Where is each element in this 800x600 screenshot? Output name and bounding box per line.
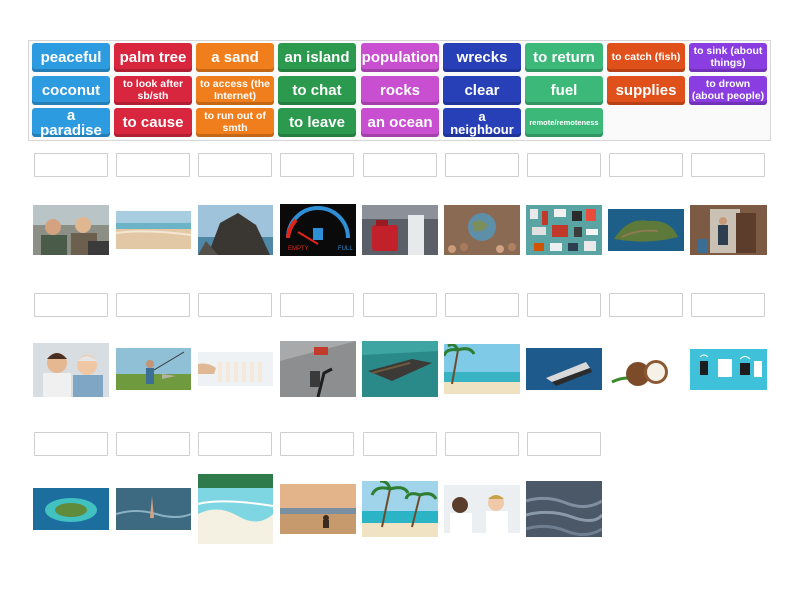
tile-population[interactable]: population: [361, 43, 439, 72]
drop-slot[interactable]: [445, 432, 519, 456]
tile-to-chat[interactable]: to chat: [278, 76, 356, 105]
neighbours-talking-photo: [444, 485, 520, 533]
tile-to-run-out[interactable]: to run out of smth: [196, 108, 274, 137]
drop-slot[interactable]: [363, 432, 437, 456]
drop-slot[interactable]: [280, 432, 354, 456]
drop-slot[interactable]: [609, 153, 683, 177]
tile-to-catch-fish[interactable]: to catch (fish): [607, 43, 685, 72]
supplies-flatlay-photo: [526, 205, 602, 255]
tile-remote[interactable]: remote/remoteness: [525, 108, 603, 137]
sunset-beach-photo: [280, 484, 356, 534]
island-aerial-photo: [608, 209, 684, 251]
internet-access-photo: [280, 341, 356, 397]
coconut-photo: [608, 348, 684, 390]
drop-slot[interactable]: [363, 293, 437, 317]
tile-an-island[interactable]: an island: [278, 43, 356, 72]
svg-text:FULL: FULL: [338, 246, 353, 252]
tile-fuel[interactable]: fuel: [525, 76, 603, 105]
palm-beach-photo: [444, 344, 520, 394]
drop-slot[interactable]: [116, 432, 190, 456]
tropical-island-photo: [33, 488, 109, 530]
tile-an-ocean[interactable]: an ocean: [361, 108, 439, 137]
drop-slot[interactable]: [609, 293, 683, 317]
drop-slot[interactable]: [116, 293, 190, 317]
drop-slot[interactable]: [34, 293, 108, 317]
drop-slot[interactable]: [198, 293, 272, 317]
tile-a-neighbour[interactable]: a neighbour: [443, 108, 521, 137]
drop-slot[interactable]: [445, 293, 519, 317]
drop-slot[interactable]: [445, 153, 519, 177]
sandy-beach-photo: [116, 211, 191, 249]
tile-palm-tree[interactable]: palm tree: [114, 43, 192, 72]
tile-rocks[interactable]: rocks: [361, 76, 439, 105]
dominoes-photo: [198, 352, 273, 386]
drop-slot[interactable]: [527, 293, 601, 317]
drop-slot[interactable]: [198, 432, 272, 456]
tile-a-paradise[interactable]: a paradise: [32, 108, 110, 138]
tile-peaceful[interactable]: peaceful: [32, 43, 110, 72]
drop-slot[interactable]: [280, 293, 354, 317]
fuel-canister-photo: [362, 205, 438, 255]
drop-slot[interactable]: [363, 153, 437, 177]
tile-a-sand[interactable]: a sand: [196, 43, 274, 72]
crowd-globe-photo: [444, 205, 520, 255]
coastal-rocks-photo: [198, 205, 273, 255]
drop-slot[interactable]: [34, 432, 108, 456]
drop-slot[interactable]: [34, 153, 108, 177]
drop-slot[interactable]: [116, 153, 190, 177]
connected-devices-photo: [690, 349, 767, 390]
drop-slot[interactable]: [527, 432, 601, 456]
sinking-ship-photo: [526, 348, 602, 390]
tile-to-cause[interactable]: to cause: [114, 108, 192, 137]
tile-coconut[interactable]: coconut: [32, 76, 110, 105]
tile-to-return[interactable]: to return: [525, 43, 603, 72]
shipwreck-photo: [362, 341, 438, 397]
tile-clear[interactable]: clear: [443, 76, 521, 105]
clear-water-photo: [198, 474, 273, 544]
drop-slot[interactable]: [527, 153, 601, 177]
tile-supplies[interactable]: supplies: [607, 76, 685, 105]
fuel-gauge-photo: EMPTY FULL: [280, 204, 356, 256]
people-chatting-photo: [33, 205, 109, 255]
caring-elderly-photo: [33, 343, 109, 397]
drop-slot[interactable]: [691, 153, 765, 177]
ocean-waves-photo: [526, 481, 602, 537]
tile-to-leave[interactable]: to leave: [278, 108, 356, 137]
leaving-home-photo: [690, 205, 767, 255]
tile-to-sink[interactable]: to sink (about things): [689, 43, 767, 72]
svg-text:EMPTY: EMPTY: [288, 246, 309, 252]
drowning-hand-photo: [116, 488, 191, 530]
tile-to-look-after[interactable]: to look after sb/sth: [114, 76, 192, 105]
drop-slot[interactable]: [280, 153, 354, 177]
drop-slot[interactable]: [691, 293, 765, 317]
tile-to-drown[interactable]: to drown (about people): [689, 76, 767, 105]
tile-to-access[interactable]: to access (the Internet): [196, 76, 274, 105]
paradise-beach-photo: [362, 481, 438, 537]
tile-wrecks[interactable]: wrecks: [443, 43, 521, 72]
drop-slot[interactable]: [198, 153, 272, 177]
fishing-photo: [116, 348, 191, 390]
